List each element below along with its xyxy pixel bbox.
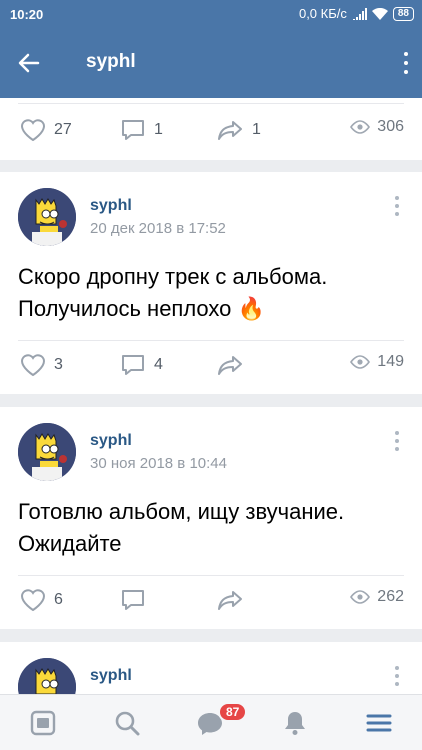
- like-button[interactable]: 6: [20, 588, 63, 612]
- eye-icon: [350, 120, 371, 134]
- status-bar: 10:20 0,0 КБ/с 88: [0, 0, 422, 28]
- comment-icon: [122, 355, 144, 375]
- menu-icon[interactable]: [365, 709, 393, 737]
- comment-count: 4: [154, 356, 163, 373]
- avatar[interactable]: [18, 188, 76, 246]
- signal-icon: [352, 7, 367, 20]
- like-button[interactable]: 3: [20, 353, 63, 377]
- views-counter: 262: [350, 588, 404, 606]
- post-author[interactable]: syphl: [90, 667, 132, 685]
- share-button[interactable]: 1: [216, 118, 261, 142]
- like-count: 6: [54, 591, 63, 608]
- search-icon[interactable]: [113, 709, 141, 737]
- post-card: syphl 30 ноя 2018 в 10:44 Готовлю альбом…: [0, 407, 422, 629]
- heart-icon: [20, 119, 46, 142]
- divider: [18, 103, 404, 104]
- views-count: 262: [377, 588, 404, 605]
- network-speed: 0,0 КБ/с: [298, 6, 347, 21]
- comment-count: 1: [154, 121, 163, 138]
- share-icon: [218, 591, 242, 610]
- views-count: 149: [377, 353, 404, 370]
- eye-icon: [350, 590, 371, 604]
- like-count: 3: [54, 356, 63, 373]
- comment-button[interactable]: [120, 588, 154, 612]
- share-button[interactable]: [216, 588, 252, 612]
- post-actions: 6 262: [0, 588, 422, 618]
- divider: [18, 340, 404, 341]
- post-actions: 3 4 149: [0, 353, 422, 383]
- post-card-partial: 27 1 1 306: [0, 98, 422, 160]
- post-card-partial: syphl: [0, 642, 422, 716]
- wifi-icon: [371, 7, 388, 20]
- bart-avatar-image: [18, 423, 76, 481]
- post-menu-icon[interactable]: [394, 666, 400, 686]
- page-title: syphl: [86, 51, 136, 72]
- post-menu-icon[interactable]: [394, 431, 400, 451]
- post-text: Готовлю альбом, ищу звучание. Ожидайте: [18, 499, 345, 556]
- post-author[interactable]: syphl: [90, 197, 132, 215]
- heart-icon: [20, 354, 46, 377]
- status-indicators: 0,0 КБ/с 88: [299, 6, 414, 21]
- bart-avatar-image: [18, 188, 76, 246]
- post-card: syphl 20 дек 2018 в 17:52 Скоро дропну т…: [0, 172, 422, 394]
- share-icon: [218, 356, 242, 375]
- arrow-left-icon[interactable]: [16, 50, 42, 76]
- post-author[interactable]: syphl: [90, 432, 132, 450]
- comment-button[interactable]: 1: [120, 118, 163, 142]
- post-actions: 27 1 1 306: [0, 118, 422, 148]
- views-count: 306: [377, 118, 404, 135]
- comment-icon: [122, 120, 144, 140]
- status-time: 10:20: [10, 7, 44, 22]
- views-counter: 149: [350, 353, 404, 371]
- news-icon[interactable]: [29, 709, 57, 737]
- post-menu-icon[interactable]: [394, 196, 400, 216]
- notifications-icon[interactable]: [281, 709, 309, 737]
- views-counter: 306: [350, 118, 404, 136]
- share-icon: [218, 121, 242, 140]
- divider: [18, 575, 404, 576]
- heart-icon: [20, 589, 46, 612]
- battery-indicator: 88: [392, 6, 414, 21]
- post-text: Скоро дропну трек с альбома. Получилось …: [18, 264, 328, 321]
- messages-badge: 87: [218, 702, 248, 722]
- like-count: 27: [54, 121, 72, 138]
- avatar[interactable]: [18, 423, 76, 481]
- comment-icon: [122, 590, 144, 610]
- like-button[interactable]: 27: [20, 118, 72, 142]
- post-date: 20 дек 2018 в 17:52: [90, 220, 226, 237]
- share-button[interactable]: [216, 353, 252, 377]
- comment-button[interactable]: 4: [120, 353, 163, 377]
- post-date: 30 ноя 2018 в 10:44: [90, 455, 227, 472]
- more-vertical-icon[interactable]: [402, 50, 410, 76]
- bottom-navigation: 87: [0, 694, 422, 750]
- eye-icon: [350, 355, 371, 369]
- app-header: syphl: [0, 28, 422, 98]
- share-count: 1: [252, 121, 261, 138]
